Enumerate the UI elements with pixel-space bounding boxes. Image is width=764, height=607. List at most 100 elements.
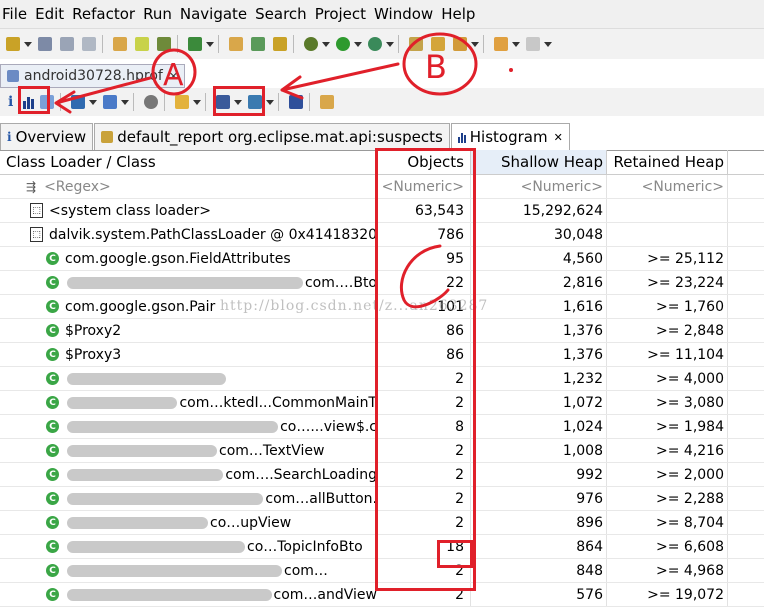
shallow-heap-cell: 864 xyxy=(471,535,607,558)
avd-icon[interactable] xyxy=(157,37,171,51)
external-tools-icon[interactable] xyxy=(368,37,382,51)
main-toolbar xyxy=(0,28,764,59)
menu-bar: File Edit Refactor Run Navigate Search Project… xyxy=(0,0,764,28)
android-sdk-icon[interactable] xyxy=(135,37,149,51)
run-icon[interactable] xyxy=(336,37,350,51)
save-all-icon[interactable] xyxy=(60,37,74,51)
class-name-cell: Cco…...view$.c xyxy=(0,415,377,438)
class-name: com…allButton. xyxy=(265,490,377,507)
shallow-heap-cell: 1,024 xyxy=(471,415,607,438)
chevron-down-icon[interactable] xyxy=(386,41,394,47)
search-icon[interactable] xyxy=(144,95,159,109)
menu-item-navigate[interactable]: Navigate xyxy=(180,5,255,23)
open-resource-icon[interactable] xyxy=(431,37,445,51)
class-icon: C xyxy=(46,420,59,433)
class-name: com… xyxy=(284,562,328,579)
shallow-heap-cell: 976 xyxy=(471,487,607,510)
chevron-down-icon[interactable] xyxy=(322,41,330,47)
shallow-heap-filter[interactable]: <Numeric> xyxy=(471,175,607,198)
class-icon: C xyxy=(46,540,59,553)
histogram-icon xyxy=(457,131,466,143)
redacted-blur xyxy=(67,516,208,529)
open-type-icon[interactable] xyxy=(113,37,127,51)
retained-heap-cell: >= 2,288 xyxy=(607,487,728,510)
chevron-down-icon[interactable] xyxy=(512,41,520,47)
group-by-icon[interactable] xyxy=(175,95,190,109)
retained-heap-filter[interactable]: <Numeric> xyxy=(607,175,728,198)
menu-item-window[interactable]: Window xyxy=(374,5,441,23)
close-icon[interactable]: ✕ xyxy=(554,131,563,144)
regex-filter[interactable]: <Regex> xyxy=(44,179,111,195)
forward-icon[interactable] xyxy=(526,37,540,51)
report-icon xyxy=(101,131,114,143)
compare-icon[interactable] xyxy=(289,95,304,109)
tab-default-report[interactable]: default_report org.eclipse.mat.api:suspe… xyxy=(94,123,450,150)
new-class-icon[interactable] xyxy=(251,37,265,51)
tab-overview-label: Overview xyxy=(15,128,87,146)
class-name: co…TopicInfoBto xyxy=(247,538,363,555)
class-name-cell: Ccom….SearchLoading xyxy=(0,463,377,486)
heap-dump-icon xyxy=(7,70,19,82)
new-icon[interactable] xyxy=(6,37,20,51)
tab-overview[interactable]: i Overview xyxy=(0,123,94,150)
chevron-down-icon[interactable] xyxy=(266,99,275,105)
pin-icon[interactable] xyxy=(453,37,467,51)
chevron-down-icon[interactable] xyxy=(206,41,214,47)
class-name: com…TextView xyxy=(219,442,325,459)
annotation-box-histogram xyxy=(18,86,50,114)
class-icon: C xyxy=(46,300,59,313)
retained-heap-cell xyxy=(607,199,728,222)
toolbar-separator xyxy=(133,93,135,111)
chevron-down-icon[interactable] xyxy=(89,99,98,105)
class-name: com.google.gson.FieldAttributes xyxy=(65,250,291,267)
regex-filter-cell[interactable]: ⇶ <Regex> xyxy=(0,175,377,198)
class-name: co…...view$.c xyxy=(280,418,377,435)
save-icon[interactable] xyxy=(38,37,52,51)
shallow-heap-cell: 2,816 xyxy=(471,271,607,294)
menu-item-search[interactable]: Search xyxy=(255,5,315,23)
column-header-retained-heap[interactable]: Retained Heap xyxy=(607,150,728,174)
tab-histogram[interactable]: Histogram ✕ xyxy=(450,123,570,150)
tab-histogram-label: Histogram xyxy=(469,128,548,146)
oql-icon[interactable] xyxy=(71,95,86,109)
hprof-file-tab[interactable]: android30728.hprof ✕ xyxy=(0,64,186,88)
close-icon[interactable]: ✕ xyxy=(169,70,178,83)
chevron-down-icon[interactable] xyxy=(24,41,32,47)
menu-item-file[interactable]: File xyxy=(0,5,35,23)
debug-icon[interactable] xyxy=(304,37,318,51)
class-icon: C xyxy=(46,276,59,289)
run-report-icon[interactable] xyxy=(103,95,118,109)
chevron-down-icon[interactable] xyxy=(354,41,362,47)
class-name-cell: Cco…TopicInfoBto xyxy=(0,535,377,558)
checkbox-icon[interactable] xyxy=(188,37,202,51)
shallow-heap-cell: 992 xyxy=(471,463,607,486)
column-header-shallow-heap[interactable]: Shallow Heap xyxy=(471,150,607,174)
menu-item-edit[interactable]: Edit xyxy=(35,5,72,23)
chevron-down-icon[interactable] xyxy=(471,41,479,47)
chevron-down-icon[interactable] xyxy=(121,99,130,105)
new-file-icon[interactable] xyxy=(273,37,287,51)
redacted-blur xyxy=(67,468,224,481)
pin-view-icon[interactable] xyxy=(320,95,335,109)
new-package-icon[interactable] xyxy=(229,37,243,51)
print-icon[interactable] xyxy=(82,37,96,51)
toolbar-separator xyxy=(278,93,280,111)
redacted-blur xyxy=(67,564,282,577)
open-folder-icon[interactable] xyxy=(409,37,423,51)
class-icon: C xyxy=(46,444,59,457)
info-icon[interactable]: i xyxy=(8,94,13,110)
chevron-down-icon[interactable] xyxy=(544,41,552,47)
class-name-cell: Ccom.google.gson.FieldAttributes xyxy=(0,247,377,270)
class-loader-icon: ⬚ xyxy=(30,203,43,218)
column-header-class[interactable]: Class Loader / Class xyxy=(0,150,377,174)
filter-icon: ⇶ xyxy=(26,179,37,194)
retained-heap-cell xyxy=(607,223,728,246)
menu-item-refactor[interactable]: Refactor xyxy=(72,5,143,23)
chevron-down-icon[interactable] xyxy=(193,99,202,105)
menu-item-help[interactable]: Help xyxy=(441,5,483,23)
class-name: dalvik.system.PathClassLoader @ 0x414183… xyxy=(49,226,377,243)
menu-item-run[interactable]: Run xyxy=(143,5,180,23)
back-icon[interactable] xyxy=(494,37,508,51)
shallow-heap-cell: 1,376 xyxy=(471,343,607,366)
menu-item-project[interactable]: Project xyxy=(315,5,374,23)
